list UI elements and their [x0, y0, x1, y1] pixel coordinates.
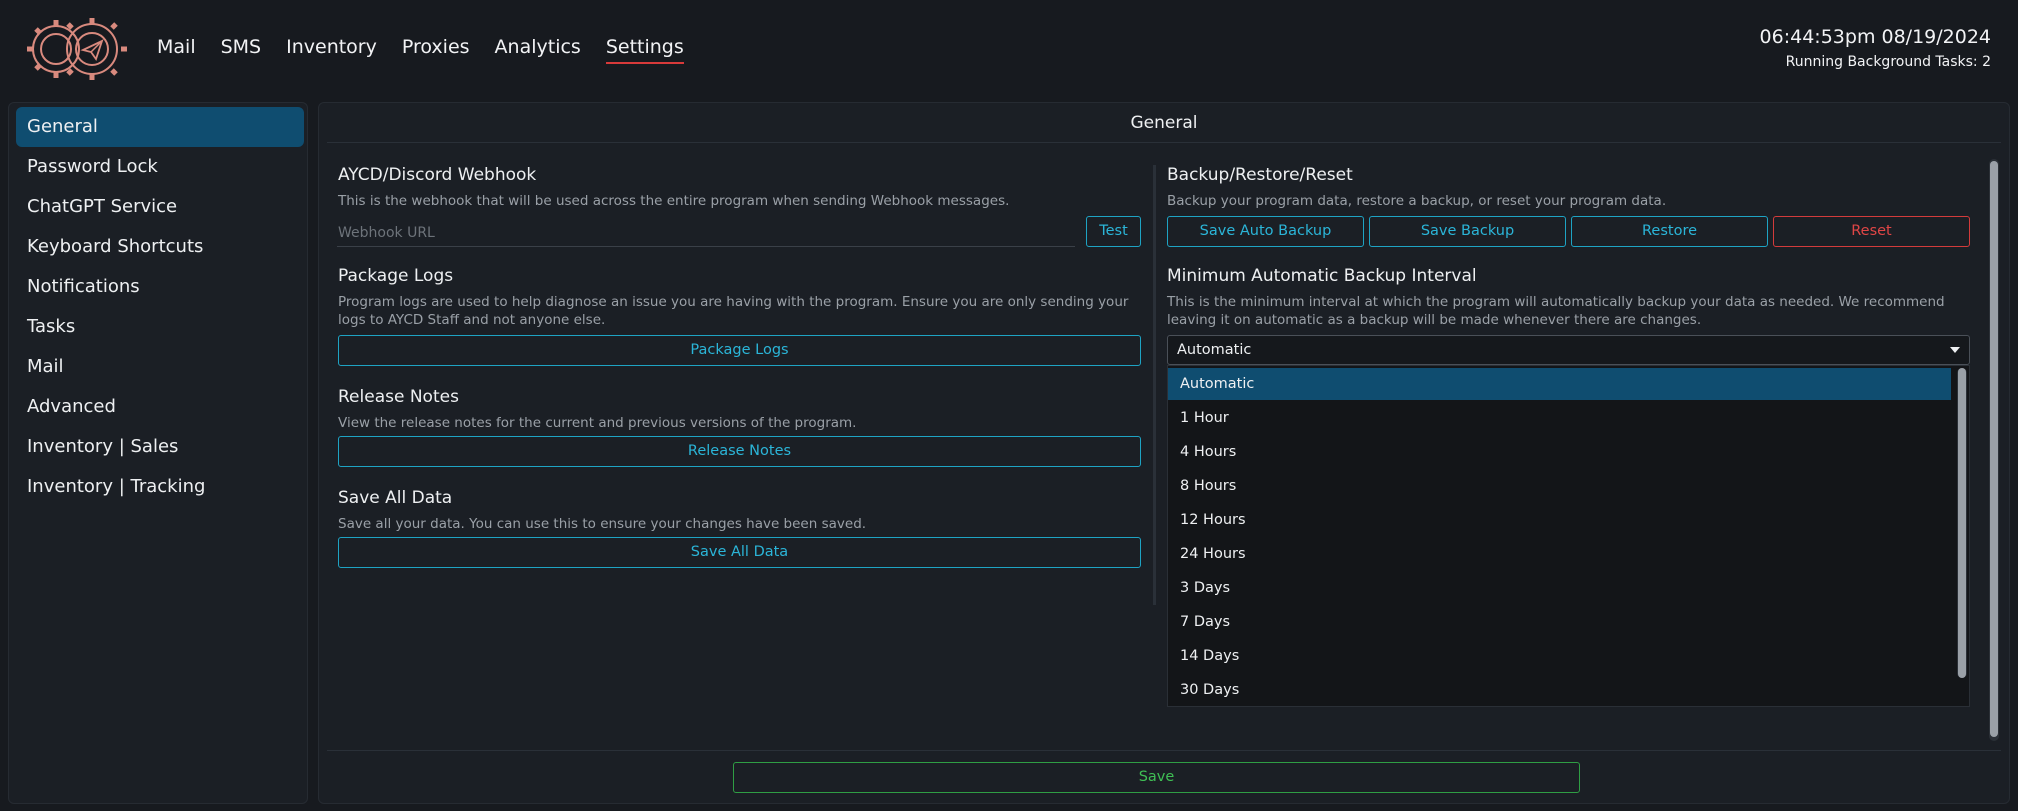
sidebar-item-inventory-sales[interactable]: Inventory | Sales	[16, 427, 304, 467]
save-all-data-title: Save All Data	[338, 488, 453, 508]
release-notes-title: Release Notes	[338, 387, 459, 407]
backup-interval-selected-value: Automatic	[1177, 342, 1252, 358]
release-notes-button[interactable]: Release Notes	[338, 436, 1141, 467]
sidebar-item-advanced[interactable]: Advanced	[16, 387, 304, 427]
top-bar: Mail SMS Inventory Proxies Analytics Set…	[0, 0, 2018, 98]
dropdown-option-automatic[interactable]: Automatic	[1168, 368, 1951, 400]
sidebar-item-notifications[interactable]: Notifications	[16, 267, 304, 307]
dropdown-option-3-days[interactable]: 3 Days	[1168, 572, 1951, 604]
webhook-url-input[interactable]	[337, 219, 1075, 247]
dropdown-option-14-days[interactable]: 14 Days	[1168, 640, 1951, 672]
restore-button[interactable]: Restore	[1571, 216, 1768, 247]
test-webhook-button[interactable]: Test	[1086, 216, 1141, 247]
backup-description: Backup your program data, restore a back…	[1167, 193, 1667, 209]
sidebar-item-general[interactable]: General	[16, 107, 304, 147]
sidebar-item-chatgpt-service[interactable]: ChatGPT Service	[16, 187, 304, 227]
save-backup-button[interactable]: Save Backup	[1369, 216, 1566, 247]
save-button[interactable]: Save	[733, 762, 1580, 793]
nav-settings[interactable]: Settings	[605, 36, 684, 64]
gear-logo-icon[interactable]	[26, 14, 128, 84]
dropdown-option-12-hours[interactable]: 12 Hours	[1168, 504, 1951, 536]
reset-button[interactable]: Reset	[1773, 216, 1970, 247]
package-logs-description: Program logs are used to help diagnose a…	[338, 294, 1129, 328]
status-area: 06:44:53pm 08/19/2024 Running Background…	[1760, 26, 1991, 70]
package-logs-title: Package Logs	[338, 266, 454, 286]
package-logs-button[interactable]: Package Logs	[338, 335, 1141, 366]
footer-divider	[327, 750, 2001, 751]
dropdown-option-8-hours[interactable]: 8 Hours	[1168, 470, 1951, 502]
dropdown-option-4-hours[interactable]: 4 Hours	[1168, 436, 1951, 468]
caret-down-icon	[1950, 347, 1960, 353]
nav-inventory[interactable]: Inventory	[286, 36, 377, 64]
page-title: General	[327, 103, 2001, 143]
main-nav: Mail SMS Inventory Proxies Analytics Set…	[157, 36, 709, 64]
release-notes-description: View the release notes for the current a…	[338, 415, 857, 431]
dropdown-scrollbar[interactable]	[1957, 368, 1967, 678]
settings-main-panel: General AYCD/Discord Webhook This is the…	[318, 102, 2010, 804]
sidebar-item-mail[interactable]: Mail	[16, 347, 304, 387]
clock-time: 06:44:53pm 08/19/2024	[1759, 26, 1991, 48]
main-scrollbar[interactable]	[1989, 159, 1999, 741]
backup-title: Backup/Restore/Reset	[1167, 165, 1353, 185]
backup-interval-title: Minimum Automatic Backup Interval	[1167, 266, 1477, 286]
dropdown-option-1-hour[interactable]: 1 Hour	[1168, 402, 1951, 434]
background-tasks-count: Running Background Tasks: 2	[1785, 54, 1991, 70]
sidebar-item-tasks[interactable]: Tasks	[16, 307, 304, 347]
webhook-description: This is the webhook that will be used ac…	[338, 193, 1010, 209]
webhook-title: AYCD/Discord Webhook	[338, 165, 537, 185]
sidebar-item-keyboard-shortcuts[interactable]: Keyboard Shortcuts	[16, 227, 304, 267]
backup-interval-description: This is the minimum interval at which th…	[1167, 294, 1945, 328]
settings-sidebar: General Password Lock ChatGPT Service Ke…	[8, 102, 308, 804]
nav-analytics[interactable]: Analytics	[495, 36, 581, 64]
save-all-data-description: Save all your data. You can use this to …	[338, 516, 867, 532]
save-all-data-button[interactable]: Save All Data	[338, 537, 1141, 568]
backup-interval-select[interactable]: Automatic	[1167, 335, 1970, 365]
nav-proxies[interactable]: Proxies	[402, 36, 470, 64]
backup-interval-dropdown: Automatic 1 Hour 4 Hours 8 Hours 12 Hour…	[1167, 365, 1970, 707]
dropdown-scrollbar-thumb[interactable]	[1958, 368, 1966, 678]
dropdown-option-7-days[interactable]: 7 Days	[1168, 606, 1951, 638]
dropdown-option-24-hours[interactable]: 24 Hours	[1168, 538, 1951, 570]
column-divider	[1153, 165, 1156, 605]
nav-sms[interactable]: SMS	[221, 36, 262, 64]
dropdown-option-30-days[interactable]: 30 Days	[1168, 674, 1951, 706]
save-auto-backup-button[interactable]: Save Auto Backup	[1167, 216, 1364, 247]
nav-mail[interactable]: Mail	[157, 36, 196, 64]
sidebar-item-password-lock[interactable]: Password Lock	[16, 147, 304, 187]
main-scrollbar-thumb[interactable]	[1990, 161, 1998, 737]
sidebar-item-inventory-tracking[interactable]: Inventory | Tracking	[16, 467, 304, 507]
